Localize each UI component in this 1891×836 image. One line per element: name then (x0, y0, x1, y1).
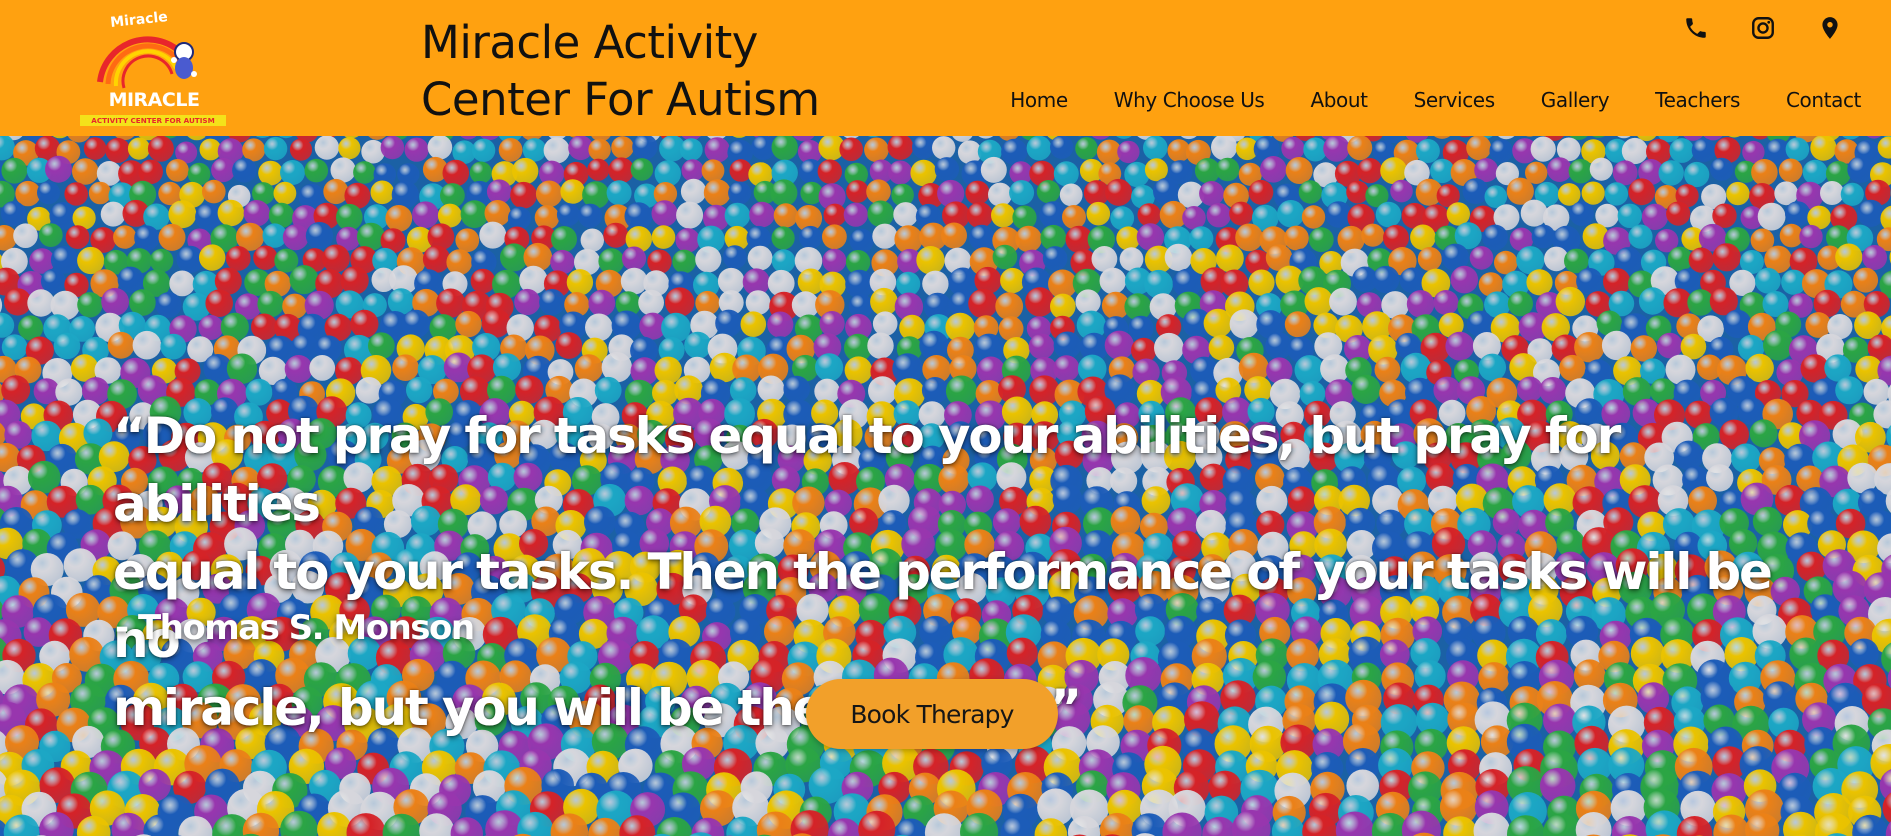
site-title-line-1: Miracle Activity (421, 16, 758, 69)
nav-services[interactable]: Services (1414, 88, 1496, 112)
nav-about[interactable]: About (1310, 88, 1368, 112)
site-logo[interactable]: Miracle MIRACLE ACTIVITY CENTER FOR AUTI… (80, 9, 228, 130)
logo-tagline: ACTIVITY CENTER FOR AUTISM (91, 116, 215, 125)
logo-graphic (80, 36, 226, 126)
nav-gallery[interactable]: Gallery (1541, 88, 1610, 112)
nav-teachers[interactable]: Teachers (1655, 88, 1740, 112)
site-title-line-2: Center For Autism (421, 73, 820, 126)
map-pin-icon[interactable] (1796, 12, 1863, 44)
nav-contact[interactable]: Contact (1786, 88, 1861, 112)
main-nav: Home Why Choose Us About Services Galler… (964, 80, 1861, 120)
quote-author: - Thomas S. Monson (115, 608, 475, 648)
instagram-icon[interactable] (1729, 12, 1796, 44)
site-title[interactable]: Miracle Activity Center For Autism (421, 14, 861, 128)
logo-name: MIRACLE (108, 89, 200, 111)
phone-icon[interactable] (1662, 12, 1729, 44)
contact-icons (1662, 12, 1863, 44)
quote-line-1: “Do not pray for tasks equal to your abi… (113, 407, 1621, 533)
nav-why-choose-us[interactable]: Why Choose Us (1114, 88, 1265, 112)
nav-home[interactable]: Home (1010, 88, 1068, 112)
site-header: Miracle MIRACLE ACTIVITY CENTER FOR AUTI… (0, 0, 1891, 136)
book-therapy-button[interactable]: Book Therapy (806, 679, 1058, 749)
hero-section: “Do not pray for tasks equal to your abi… (0, 136, 1891, 836)
